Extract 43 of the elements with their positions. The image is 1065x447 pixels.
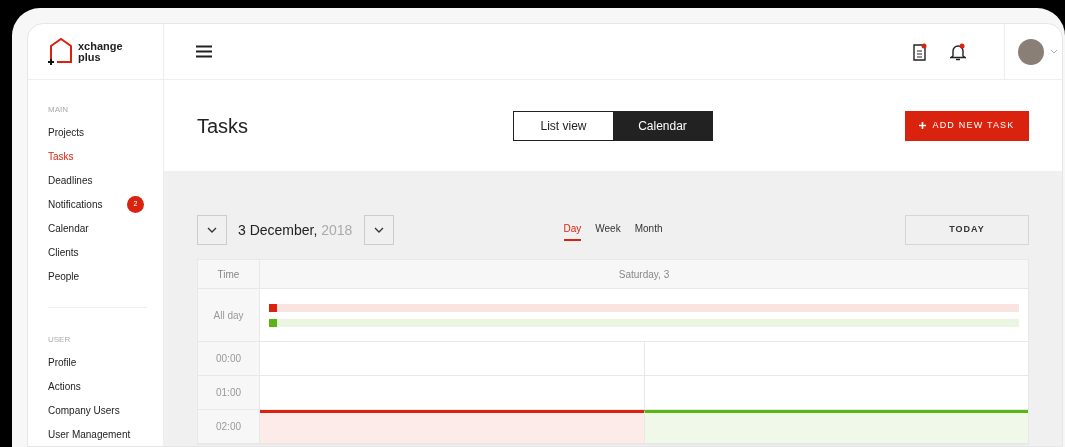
time-label: 02:00 [216, 420, 241, 434]
event-block[interactable] [643, 410, 1028, 443]
section-label: USER [48, 334, 72, 346]
section-label: MAIN [48, 104, 69, 116]
house-logo-icon [47, 36, 75, 67]
sidebar-item[interactable]: Projects [48, 124, 85, 140]
event-block[interactable] [260, 410, 644, 443]
menu-icon[interactable] [196, 45, 212, 58]
add-new-task-button[interactable]: ADD NEW TASK [905, 110, 1029, 141]
previous-date-button[interactable] [197, 215, 227, 245]
column-header: Time [217, 267, 240, 282]
page-title: Tasks [197, 113, 250, 139]
sidebar-item[interactable]: People [48, 268, 80, 284]
today-button[interactable]: TODAY [905, 215, 1029, 245]
avatar[interactable] [1018, 38, 1044, 65]
logo-text: plus [78, 51, 101, 63]
sidebar-item[interactable]: Notifications [48, 196, 103, 212]
column-header: Saturday, 3 [618, 267, 670, 282]
chevron-down-icon [374, 227, 385, 233]
next-date-button[interactable] [364, 215, 395, 245]
time-label: 01:00 [216, 386, 241, 400]
logo-text: xchange [78, 40, 123, 52]
document-icon[interactable] [912, 42, 928, 61]
sidebar-item[interactable]: Company Users [48, 402, 120, 418]
sidebar-item[interactable]: Calendar [48, 220, 89, 236]
time-label: 00:00 [216, 352, 241, 366]
bell-icon[interactable] [950, 42, 966, 61]
sidebar-item[interactable]: Tasks [48, 148, 74, 164]
all-day-event[interactable] [269, 303, 1019, 312]
sidebar-item[interactable]: Actions [48, 378, 81, 394]
range-tab[interactable]: Day [563, 221, 582, 241]
range-tab[interactable]: Month [634, 221, 663, 241]
row-label: All day [213, 308, 244, 323]
chevron-down-icon[interactable] [1050, 49, 1058, 54]
plus-icon [919, 122, 927, 129]
sidebar-item[interactable]: Clients [48, 244, 79, 260]
range-tab[interactable]: Week [595, 221, 621, 241]
sidebar-item[interactable]: Profile [48, 354, 77, 370]
view-toggle-tab[interactable]: Calendar [613, 111, 712, 140]
sidebar-item[interactable]: User Management [48, 426, 131, 442]
sidebar-item[interactable]: Deadlines [48, 172, 93, 188]
date-label: 3 December, 2018 [238, 220, 353, 240]
chevron-down-icon [207, 227, 217, 233]
